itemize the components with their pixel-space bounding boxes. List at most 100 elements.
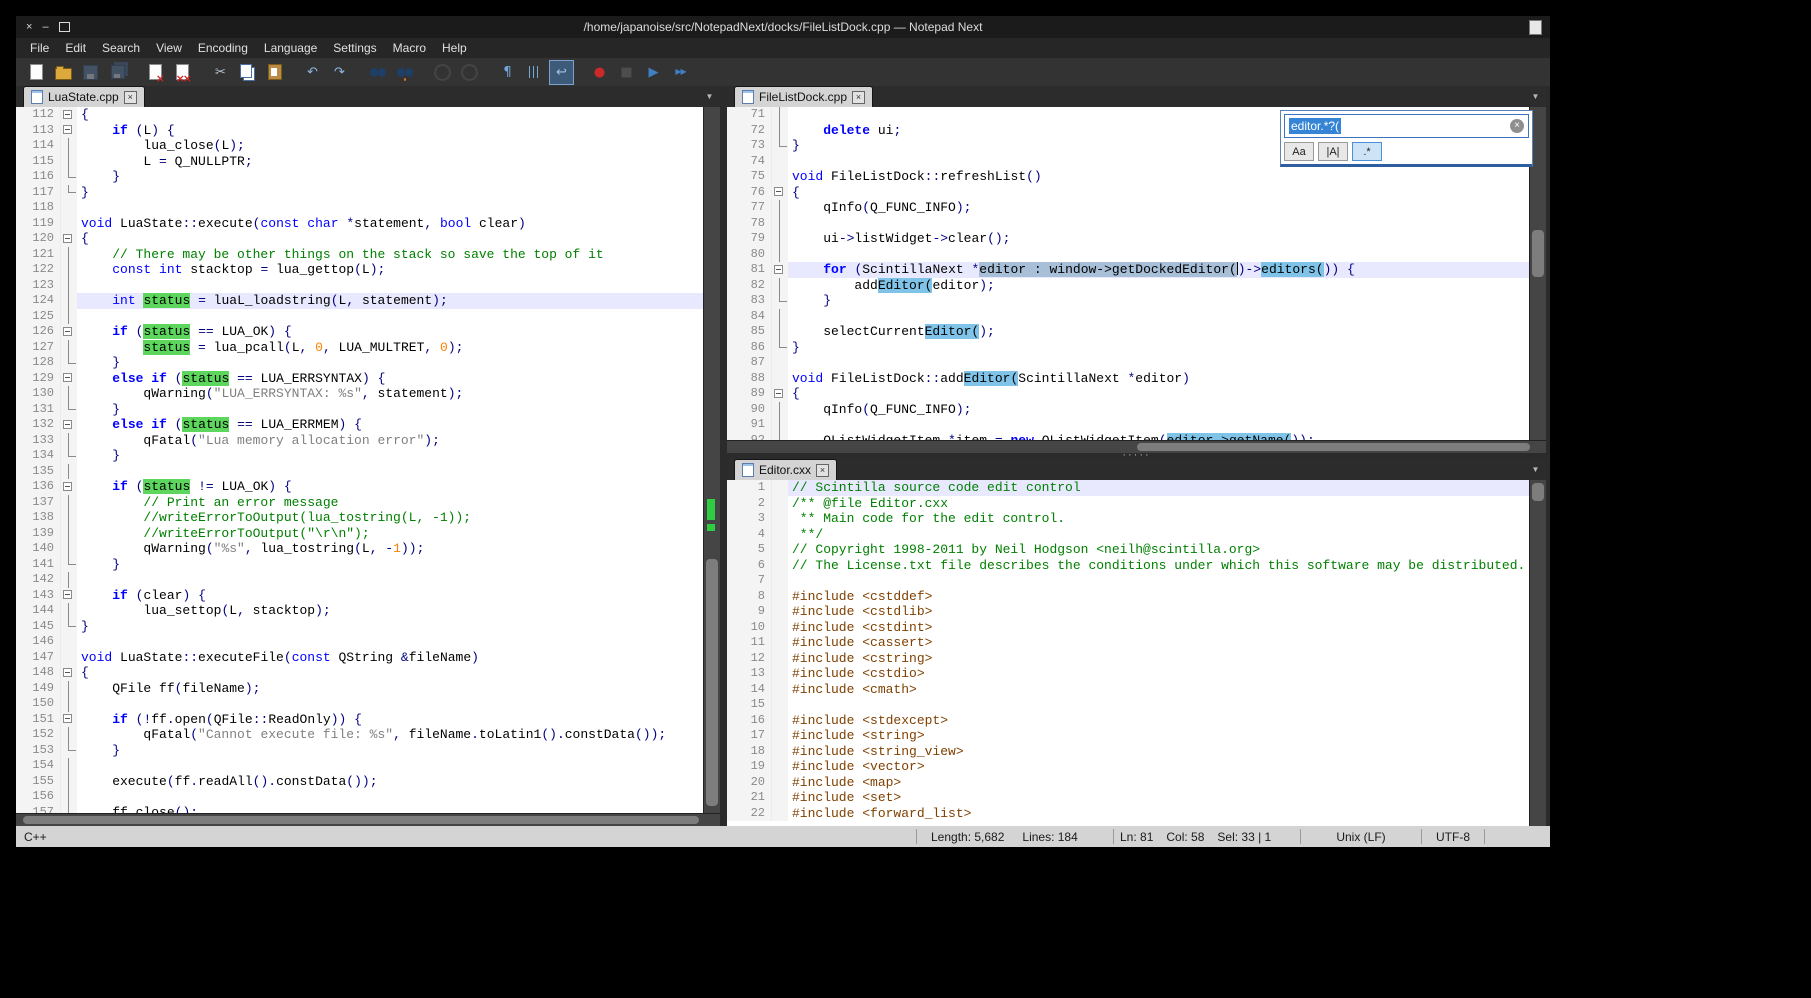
code-line: 20#include <map> xyxy=(727,775,1546,791)
code-text xyxy=(788,573,1546,589)
clear-search-icon[interactable]: × xyxy=(1510,119,1524,133)
regex-toggle[interactable]: .* xyxy=(1352,142,1382,161)
redo-button[interactable]: ↷ xyxy=(327,60,352,85)
menu-item-view[interactable]: View xyxy=(148,39,190,57)
fold-indicator xyxy=(772,324,788,340)
line-number: 138 xyxy=(16,510,61,526)
fold-marker-icon[interactable] xyxy=(772,185,788,201)
code-line: 13#include <cstdio> xyxy=(727,666,1546,682)
find-button[interactable] xyxy=(365,60,390,85)
paste-button[interactable] xyxy=(262,60,287,85)
vertical-splitter[interactable] xyxy=(720,86,727,826)
code-token: Editor( xyxy=(878,278,933,293)
replace-button[interactable] xyxy=(392,60,417,85)
fold-indicator xyxy=(772,666,788,682)
play-macro-button[interactable]: ▶ xyxy=(641,60,666,85)
line-number: 74 xyxy=(727,154,772,170)
menu-item-edit[interactable]: Edit xyxy=(57,39,94,57)
fold-marker-icon[interactable] xyxy=(61,479,77,495)
tab-editor-cxx[interactable]: Editor.cxx× xyxy=(734,459,837,480)
statusbar-language[interactable]: C++ xyxy=(16,830,916,844)
fold-marker-icon[interactable] xyxy=(772,386,788,402)
cut-button[interactable]: ✂ xyxy=(208,60,233,85)
menu-item-language[interactable]: Language xyxy=(256,39,325,57)
search-input[interactable]: editor.*?(× xyxy=(1284,114,1529,138)
menu-item-help[interactable]: Help xyxy=(434,39,475,57)
close-window-button[interactable]: × xyxy=(26,22,32,33)
record-macro-button[interactable]: ● xyxy=(587,60,612,85)
tab-close-icon[interactable]: × xyxy=(124,91,137,104)
code-line: 141 } xyxy=(16,557,720,573)
fold-marker-icon[interactable] xyxy=(61,712,77,728)
fold-marker-icon[interactable] xyxy=(61,417,77,433)
save-button[interactable] xyxy=(78,60,103,85)
fold-marker-icon[interactable] xyxy=(61,107,77,123)
fold-marker-icon[interactable] xyxy=(61,588,77,604)
menu-item-settings[interactable]: Settings xyxy=(325,39,384,57)
new-file-button[interactable] xyxy=(24,60,49,85)
show-indent-guide-button[interactable] xyxy=(522,60,547,85)
line-number: 76 xyxy=(727,185,772,201)
tab-filelistdock-cpp[interactable]: FileListDock.cpp× xyxy=(734,86,873,107)
close-all-button[interactable] xyxy=(170,60,195,85)
run-macro-multiple-button[interactable]: ▶▶ xyxy=(668,60,693,85)
vertical-scrollbar[interactable] xyxy=(703,107,720,813)
tab-luastate-cpp[interactable]: LuaState.cpp× xyxy=(23,86,145,107)
horizontal-scrollbar[interactable] xyxy=(16,813,720,826)
code-token xyxy=(81,712,112,727)
editor-area: LuaState.cpp× ▼ 112{113 if (L) {114 lua_cl… xyxy=(16,86,1550,826)
code-token: fileName xyxy=(409,650,471,665)
maximize-window-button[interactable] xyxy=(59,22,70,32)
tab-list-button[interactable]: ▼ xyxy=(702,90,717,104)
fold-indicator xyxy=(61,681,77,697)
vertical-scrollbar[interactable] xyxy=(1529,480,1546,826)
fold-marker-icon[interactable] xyxy=(61,324,77,340)
line-number: 120 xyxy=(16,231,61,247)
tab-close-icon[interactable]: × xyxy=(816,464,829,477)
word-wrap-button[interactable]: ↩ xyxy=(549,60,574,85)
tab-list-button[interactable]: ▼ xyxy=(1528,463,1543,477)
scrollbar-thumb[interactable] xyxy=(1532,230,1544,277)
fold-marker-icon[interactable] xyxy=(772,262,788,278)
code-token: FileListDock xyxy=(823,169,924,184)
code-token xyxy=(81,743,112,758)
close-button[interactable] xyxy=(143,60,168,85)
scrollbar-thumb[interactable] xyxy=(1532,483,1544,500)
match-case-toggle[interactable]: Aa xyxy=(1284,142,1314,161)
code-token: if xyxy=(112,588,128,603)
code-editor[interactable]: 112{113 if (L) {114 lua_close(L);115 L =… xyxy=(16,107,720,813)
menu-item-search[interactable]: Search xyxy=(94,39,148,57)
statusbar-encoding[interactable]: UTF-8 xyxy=(1422,830,1484,844)
menu-item-file[interactable]: File xyxy=(22,39,57,57)
code-text: qWarning("%s", lua_tostring(L, -1)); xyxy=(77,541,720,557)
code-token: . xyxy=(190,774,198,789)
tab-close-icon[interactable]: × xyxy=(852,91,865,104)
open-file-button[interactable] xyxy=(51,60,76,85)
copy-button[interactable] xyxy=(235,60,260,85)
code-editor[interactable]: 1// Scintilla source code edit control2/… xyxy=(727,480,1546,826)
fold-marker-icon[interactable] xyxy=(61,231,77,247)
stop-recording-button[interactable]: ■ xyxy=(614,60,639,85)
undo-button[interactable]: ↶ xyxy=(300,60,325,85)
fold-marker-icon[interactable] xyxy=(61,665,77,681)
minimize-window-button[interactable]: – xyxy=(42,22,48,33)
zoom-out-button[interactable]: − xyxy=(457,60,482,85)
menu-item-encoding[interactable]: Encoding xyxy=(190,39,256,57)
fold-marker-icon[interactable] xyxy=(61,371,77,387)
whole-word-toggle[interactable]: |A| xyxy=(1318,142,1348,161)
statusbar-eol-format[interactable]: Unix (LF) xyxy=(1301,830,1421,844)
scrollbar-thumb[interactable] xyxy=(23,816,699,824)
line-number: 135 xyxy=(16,464,61,480)
code-token xyxy=(159,123,167,138)
tab-list-button[interactable]: ▼ xyxy=(1528,90,1543,104)
scrollbar-thumb[interactable] xyxy=(706,559,718,806)
show-whitespace-button[interactable]: ¶ xyxy=(495,60,520,85)
code-token: const xyxy=(112,262,151,277)
menu-item-macro[interactable]: Macro xyxy=(385,39,434,57)
fold-marker-icon[interactable] xyxy=(61,123,77,139)
zoom-in-button[interactable]: + xyxy=(430,60,455,85)
scrollbar-thumb[interactable] xyxy=(1137,443,1530,451)
code-token: L xyxy=(362,262,370,277)
code-token xyxy=(190,479,198,494)
save-all-button[interactable] xyxy=(105,60,130,85)
